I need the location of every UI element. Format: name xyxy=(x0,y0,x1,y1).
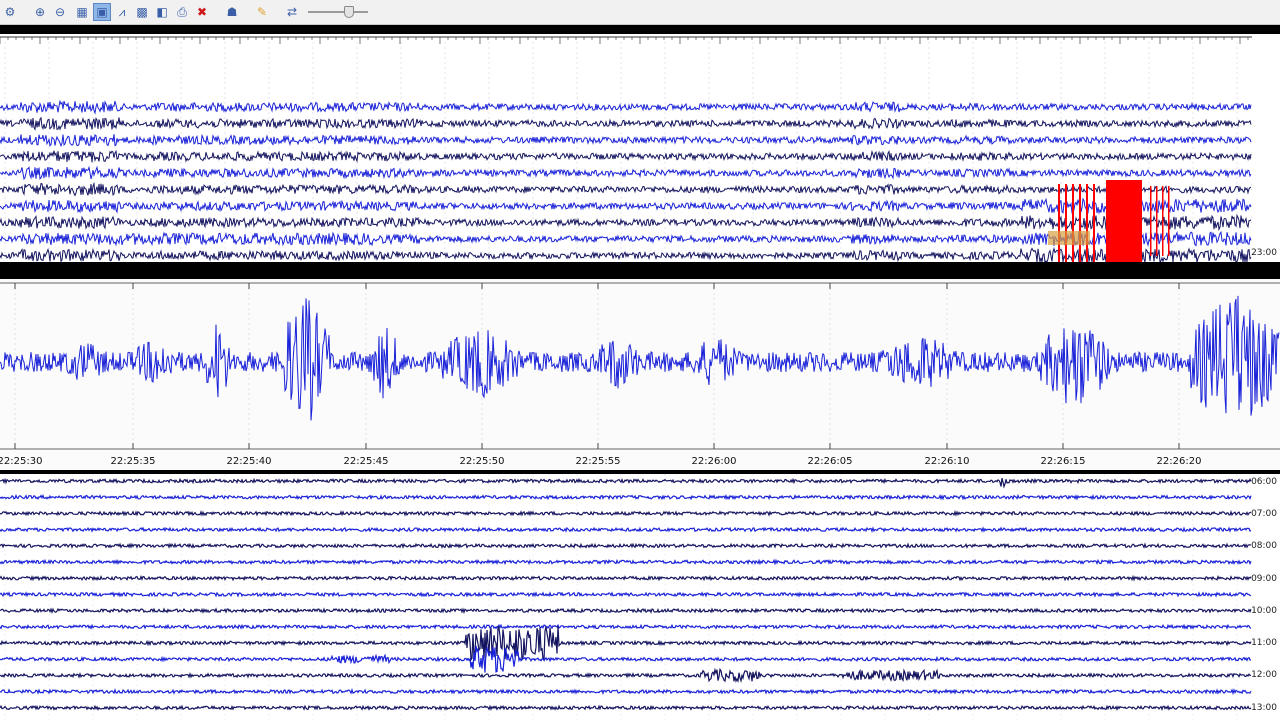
time-axis-label: 22:26:00 xyxy=(691,456,737,467)
seismic-trace xyxy=(0,704,1252,711)
tag-icon[interactable]: ✎ xyxy=(254,4,270,20)
zoomed-waveform xyxy=(0,282,1280,450)
seismic-trace xyxy=(0,645,1252,673)
toolbar: ⚙ ⊕ ⊖ ▦ ▣ ⩘ ▩ ◧ ⎙ ✖ ☗ ✎ ⇄ xyxy=(0,0,1280,25)
seismic-trace xyxy=(0,197,1252,215)
time-axis-label: 22:26:15 xyxy=(1040,456,1086,467)
event-highlight xyxy=(1168,186,1170,256)
time-axis-label: 22:26:05 xyxy=(807,456,853,467)
seismic-trace xyxy=(0,607,1252,615)
seismic-trace xyxy=(0,493,1252,501)
event-highlight xyxy=(1093,184,1095,262)
seismic-trace xyxy=(0,542,1252,550)
filter-icon[interactable]: ◧ xyxy=(154,4,170,20)
hour-label: 23:00 xyxy=(1251,248,1277,258)
seismic-trace xyxy=(0,149,1252,163)
event-highlight xyxy=(1079,184,1081,262)
seismic-trace xyxy=(0,574,1252,582)
seismic-trace xyxy=(0,133,1252,148)
helicorder-bottom-panel[interactable]: 06:00 07:00 08:00 09:00 10:00 11:00 12:00 13:00 xyxy=(0,474,1280,720)
spectrum-icon[interactable]: ⩘ xyxy=(114,4,130,20)
hour-label: 09:00 xyxy=(1251,574,1277,584)
event-highlight xyxy=(1150,186,1152,256)
time-axis-label: 22:26:10 xyxy=(924,456,970,467)
seismic-trace xyxy=(0,510,1252,517)
seismic-trace xyxy=(0,623,1252,630)
event-highlight xyxy=(1106,180,1142,262)
top-traces: 17:0018:0019:0020:0021:0022:0023:00 xyxy=(0,34,1280,262)
pick-marker xyxy=(1048,231,1090,245)
event-highlight xyxy=(1058,184,1060,262)
time-axis-label: 22:25:45 xyxy=(343,456,389,467)
seismic-trace xyxy=(0,526,1252,534)
event-highlight xyxy=(1162,186,1164,256)
seismic-trace xyxy=(0,558,1252,566)
seismic-trace xyxy=(0,667,1252,684)
event-highlight xyxy=(1072,184,1074,262)
export-icon[interactable]: ⇄ xyxy=(284,4,300,20)
seismic-trace xyxy=(0,181,1252,197)
seismic-trace xyxy=(0,116,1252,131)
select-icon[interactable]: ▣ xyxy=(93,3,111,21)
helicorder-top-panel[interactable]: 17:0018:0019:0020:0021:0022:0023:00 xyxy=(0,34,1280,262)
seismic-trace xyxy=(0,246,1252,262)
hour-label: 06:00 xyxy=(1251,477,1277,487)
hour-label: 12:00 xyxy=(1251,670,1277,680)
time-axis-label: 22:25:30 xyxy=(0,456,43,467)
zoom-in-icon[interactable]: ⊕ xyxy=(32,4,48,20)
seismic-trace xyxy=(0,626,1252,662)
seismic-trace xyxy=(0,591,1252,598)
color-map-icon[interactable]: ▩ xyxy=(134,4,150,20)
hour-label: 11:00 xyxy=(1251,638,1277,648)
hour-label: 07:00 xyxy=(1251,509,1277,519)
time-axis-label: 22:25:35 xyxy=(110,456,156,467)
zoom-slider[interactable] xyxy=(308,6,368,18)
hour-label: 13:00 xyxy=(1251,703,1277,713)
time-axis-label: 22:25:55 xyxy=(575,456,621,467)
people-icon[interactable]: ☗ xyxy=(224,4,240,20)
seismic-trace xyxy=(0,688,1252,696)
event-highlight xyxy=(1086,184,1088,262)
print-icon[interactable]: ⎙ xyxy=(174,4,190,20)
zoomed-seismic-trace xyxy=(0,295,1280,421)
seismic-trace xyxy=(0,213,1252,232)
zoom-slider-track xyxy=(308,11,368,13)
zoom-out-icon[interactable]: ⊖ xyxy=(52,4,68,20)
event-highlight xyxy=(1065,184,1067,262)
hour-label: 10:00 xyxy=(1251,606,1277,616)
bottom-traces: 06:00 07:00 08:00 09:00 10:00 11:00 12:00 13:00 xyxy=(0,474,1280,720)
time-axis-label: 22:25:40 xyxy=(226,456,272,467)
time-axis-label: 22:26:20 xyxy=(1156,456,1202,467)
grid-icon[interactable]: ▦ xyxy=(74,4,90,20)
event-highlight xyxy=(1156,186,1158,256)
seismic-trace xyxy=(0,165,1252,181)
settings-icon[interactable]: ⚙ xyxy=(2,4,18,20)
time-axis-label: 22:25:50 xyxy=(459,456,505,467)
hour-label: 08:00 xyxy=(1251,541,1277,551)
seismic-trace xyxy=(0,99,1252,115)
seismic-trace xyxy=(0,477,1252,489)
waveform-zoom-panel[interactable] xyxy=(0,279,1280,470)
delete-icon[interactable]: ✖ xyxy=(194,4,210,20)
zoom-slider-thumb[interactable] xyxy=(344,6,354,18)
